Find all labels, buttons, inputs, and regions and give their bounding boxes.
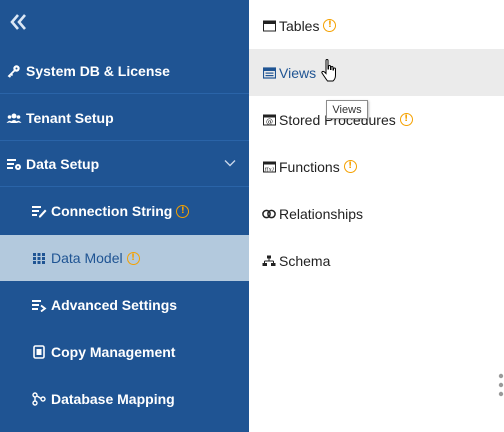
sidebar-item-label: Data Model — [51, 250, 123, 266]
svg-text:f(x): f(x) — [263, 166, 273, 173]
warning-icon: ! — [176, 204, 190, 218]
grid-icon — [31, 250, 47, 266]
menu-item-label: Tables — [279, 17, 320, 34]
list-arrow-icon — [31, 297, 47, 313]
sidebar-item-label: Data Setup — [26, 155, 100, 172]
users-icon — [6, 110, 22, 126]
menu-item-schema[interactable]: Schema — [249, 237, 504, 284]
sidebar-item-advanced-settings[interactable]: Advanced Settings — [0, 282, 249, 328]
mapping-icon — [31, 391, 47, 407]
schema-icon — [262, 254, 276, 268]
chevron-down-icon — [224, 160, 236, 167]
stored-procedure-icon: @ — [262, 113, 276, 127]
sidebar-item-copy-management[interactable]: Copy Management — [0, 329, 249, 375]
data-settings-icon — [6, 156, 22, 172]
key-icon — [6, 63, 22, 79]
menu-item-stored-procedures[interactable]: @ Stored Procedures ! — [249, 96, 504, 143]
sidebar-item-connection-string[interactable]: Connection String ! — [0, 188, 249, 234]
link-icon — [262, 207, 276, 221]
sidebar-item-system-db-license[interactable]: System DB & License — [0, 48, 249, 94]
sidebar-item-label: Connection String — [51, 203, 173, 219]
menu-item-label: Relationships — [279, 205, 364, 222]
collapse-sidebar-button[interactable] — [8, 10, 30, 34]
resize-handle-icon[interactable] — [498, 372, 504, 398]
sidebar-item-label: Copy Management — [51, 344, 176, 360]
warning-icon: ! — [323, 19, 337, 32]
sidebar-item-tenant-setup[interactable]: Tenant Setup — [0, 95, 249, 141]
warning-icon: ! — [126, 251, 140, 265]
function-icon: f(x) — [262, 160, 276, 174]
sidebar-item-label: Advanced Settings — [51, 297, 178, 313]
sidebar-item-data-model[interactable]: Data Model ! — [0, 235, 249, 281]
menu-item-relationships[interactable]: Relationships — [249, 190, 504, 237]
hand-pointer-cursor-icon — [321, 59, 336, 82]
table-icon — [262, 19, 276, 33]
view-icon — [262, 66, 276, 80]
sidebar-item-data-setup[interactable]: Data Setup — [0, 141, 249, 187]
menu-item-label: Schema — [279, 252, 331, 269]
warning-icon: ! — [399, 113, 413, 126]
warning-icon: ! — [343, 160, 357, 173]
copy-icon — [31, 344, 47, 360]
menu-item-functions[interactable]: f(x) Functions ! — [249, 143, 504, 190]
sidebar-item-database-mapping[interactable]: Database Mapping — [0, 376, 249, 422]
double-chevron-left-icon — [10, 14, 26, 30]
views-tooltip: Views — [326, 100, 368, 119]
menu-item-views[interactable]: Views — [249, 49, 504, 96]
sidebar-item-label: Tenant Setup — [26, 109, 114, 126]
menu-item-label: Views — [279, 64, 317, 81]
menu-item-tables[interactable]: Tables ! — [249, 2, 504, 49]
menu-item-label: Functions — [279, 158, 340, 175]
svg-text:@: @ — [266, 118, 273, 126]
data-model-submenu: Tables ! Views @ Stored Procedures ! f(x… — [249, 0, 504, 432]
sidebar-item-label: Database Mapping — [51, 391, 175, 407]
sidebar-item-label: System DB & License — [26, 62, 170, 79]
sidebar: System DB & License Tenant Setup Data Se… — [0, 0, 249, 432]
edit-list-icon — [31, 203, 47, 219]
